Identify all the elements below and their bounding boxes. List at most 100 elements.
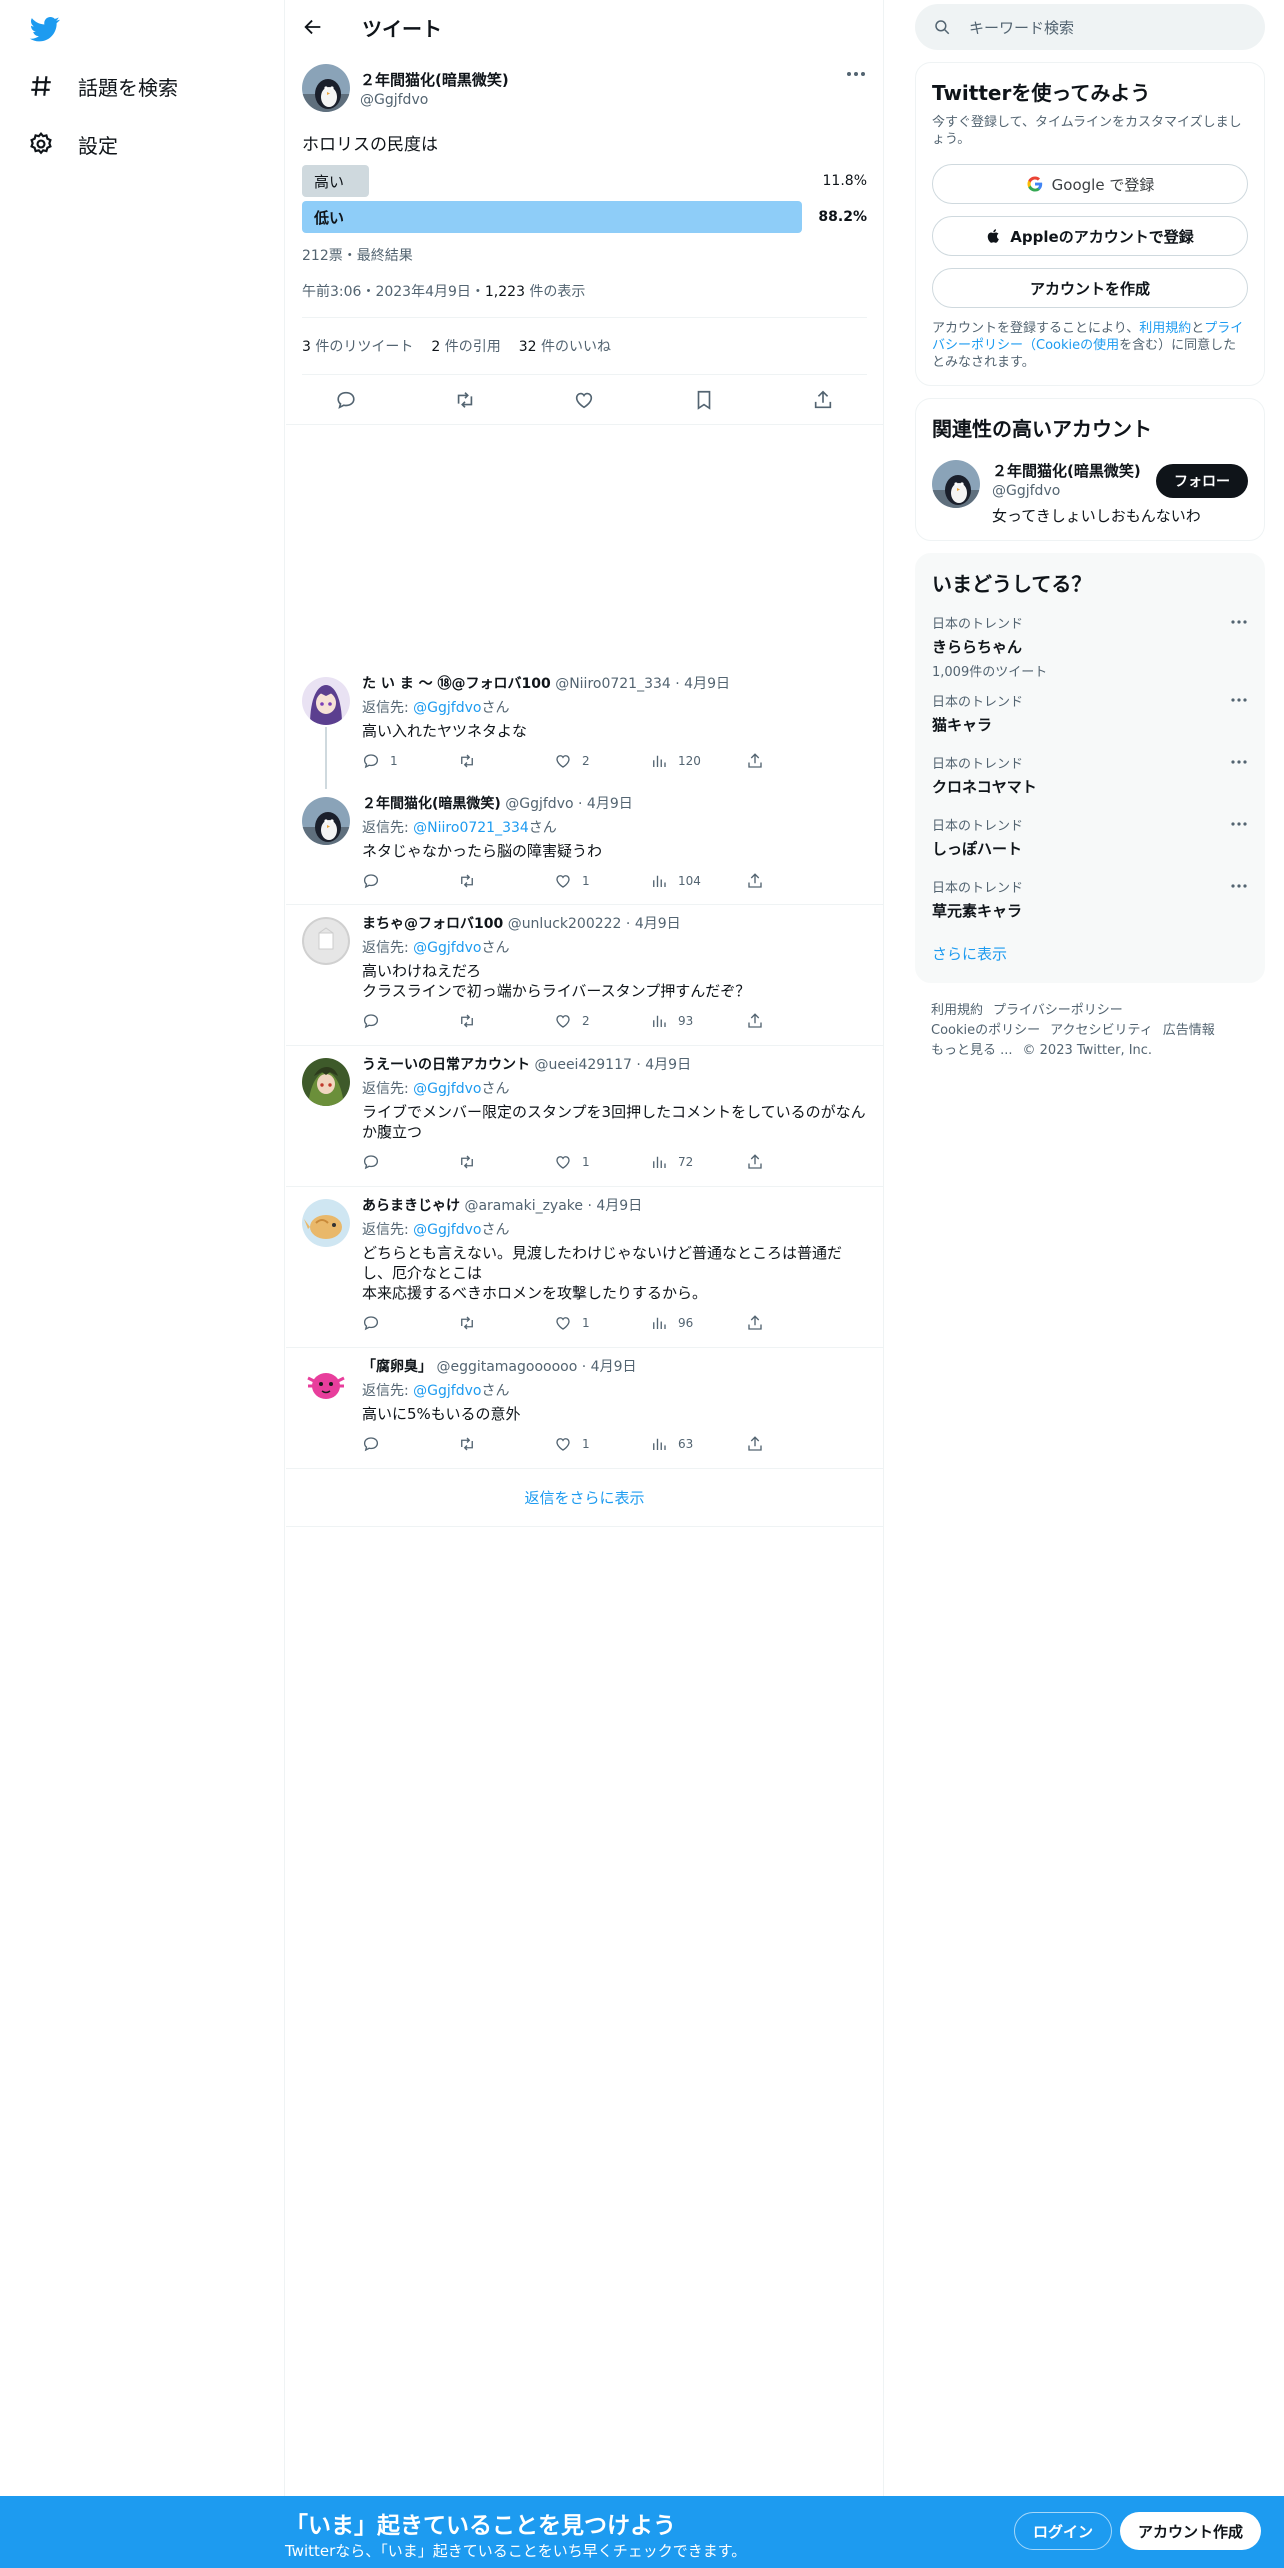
share-button[interactable] — [746, 1435, 842, 1453]
reply-date[interactable]: 4月9日 — [596, 1198, 642, 1214]
list-item[interactable]: うえーいの日常アカウント @ueei429117 · 4月9日 返信先: @Gg… — [286, 1046, 883, 1187]
apple-signup-button[interactable]: Appleのアカウントで登録 — [932, 216, 1248, 256]
reply-button[interactable]: 1 — [362, 752, 458, 770]
retweet-stat[interactable]: 3 件のリツイート — [302, 336, 413, 356]
reply-icon[interactable] — [335, 389, 357, 411]
list-item[interactable]: た い ま ～ ⑱@フォロバ100 @Niiro0721_334 · 4月9日 … — [286, 665, 883, 789]
trend-item[interactable]: 日本のトレンド しっぽハート — [932, 815, 1248, 861]
login-button[interactable]: ログイン — [1014, 2512, 1113, 2550]
bookmark-icon[interactable] — [693, 389, 715, 411]
sidebar-item-settings[interactable]: 設定 — [28, 124, 118, 164]
reply-to-handle[interactable]: @Ggjfdvo — [413, 1222, 481, 1238]
list-item[interactable]: 「腐卵臭」 @eggitamagoooooo · 4月9日 返信先: @Ggjf… — [286, 1348, 883, 1469]
more-options-icon[interactable] — [1230, 883, 1248, 889]
quote-stat[interactable]: 2 件の引用 — [431, 336, 500, 356]
signup-button[interactable]: アカウント作成 — [1120, 2512, 1262, 2550]
like-icon[interactable] — [573, 389, 595, 411]
trend-item[interactable]: 日本のトレンド 猫キャラ — [932, 691, 1248, 737]
reply-to-handle[interactable]: @Ggjfdvo — [413, 700, 481, 716]
reply-author-handle[interactable]: @ueei429117 — [534, 1057, 631, 1073]
twitter-logo-icon[interactable] — [28, 14, 62, 44]
list-item[interactable]: あらまきじゃけ @aramaki_zyake · 4月9日 返信先: @Ggjf… — [286, 1187, 883, 1348]
like-stat[interactable]: 32 件のいいね — [519, 336, 611, 356]
more-options-icon[interactable] — [1230, 697, 1248, 703]
trend-item[interactable]: 日本のトレンド クロネコヤマト — [932, 753, 1248, 799]
share-button[interactable] — [746, 1314, 842, 1332]
trend-item[interactable]: 日本のトレンド 草元素キャラ — [932, 877, 1248, 923]
like-button[interactable]: 1 — [554, 872, 650, 890]
reply-to-handle[interactable]: @Ggjfdvo — [413, 1383, 481, 1399]
create-account-button[interactable]: アカウントを作成 — [932, 268, 1248, 308]
reply-to-handle[interactable]: @Ggjfdvo — [413, 940, 481, 956]
reply-date[interactable]: 4月9日 — [645, 1057, 691, 1073]
views-button[interactable]: 93 — [650, 1012, 746, 1030]
retweet-button[interactable] — [458, 1012, 554, 1030]
search-input[interactable]: キーワード検索 — [915, 4, 1265, 50]
reply-to-handle[interactable]: @Niiro0721_334 — [413, 820, 529, 836]
reply-author-handle[interactable]: @eggitamagoooooo — [436, 1359, 577, 1375]
reply-author-name[interactable]: うえーいの日常アカウント — [362, 1057, 530, 1073]
reply-button[interactable] — [362, 1435, 458, 1453]
reply-button[interactable] — [362, 1314, 458, 1332]
footer-terms-link[interactable]: 利用規約 — [931, 1003, 983, 1018]
views-button[interactable]: 120 — [650, 752, 746, 770]
avatar[interactable] — [302, 677, 350, 725]
like-button[interactable]: 1 — [554, 1314, 650, 1332]
reply-author-name[interactable]: まちゃ@フォロバ100 — [362, 916, 503, 932]
trend-item[interactable]: 日本のトレンド きららちゃん 1,009件のツイート — [932, 613, 1248, 680]
back-arrow-icon[interactable] — [302, 16, 324, 38]
reply-author-name[interactable]: あらまきじゃけ — [362, 1198, 460, 1214]
reply-to-handle[interactable]: @Ggjfdvo — [413, 1081, 481, 1097]
reply-button[interactable] — [362, 1012, 458, 1030]
retweet-icon[interactable] — [454, 389, 476, 411]
like-button[interactable]: 1 — [554, 1435, 650, 1453]
footer-cookie-link[interactable]: Cookieのポリシー — [931, 1023, 1040, 1038]
reply-author-name[interactable]: ２年間猫化(暗黒微笑) — [362, 796, 501, 812]
follow-button[interactable]: フォロー — [1156, 464, 1248, 498]
reply-author-handle[interactable]: @Niiro0721_334 — [555, 676, 671, 692]
share-icon[interactable] — [812, 389, 834, 411]
avatar[interactable] — [302, 917, 350, 965]
trends-show-more-link[interactable]: さらに表示 — [932, 943, 1248, 964]
author-name[interactable]: ２年間猫化(暗黒微笑) — [360, 69, 509, 90]
retweet-button[interactable] — [458, 1435, 554, 1453]
like-button[interactable]: 2 — [554, 752, 650, 770]
like-button[interactable]: 2 — [554, 1012, 650, 1030]
more-options-icon[interactable] — [1230, 759, 1248, 765]
footer-ads-link[interactable]: 広告情報 — [1163, 1023, 1215, 1038]
footer-more-link[interactable]: もっと見る ... — [931, 1043, 1013, 1058]
reply-date[interactable]: 4月9日 — [684, 676, 730, 692]
more-options-icon[interactable] — [1230, 619, 1248, 625]
share-button[interactable] — [746, 872, 842, 890]
retweet-button[interactable] — [458, 1314, 554, 1332]
google-signup-button[interactable]: Google で登録 — [932, 164, 1248, 204]
author-handle[interactable]: @Ggjfdvo — [360, 92, 509, 108]
related-account[interactable]: ２年間猫化(暗黒微笑) @Ggjfdvo 女ってきしょいしおもんないわ フォロー — [932, 460, 1248, 526]
share-button[interactable] — [746, 1012, 842, 1030]
reply-author-handle[interactable]: @unluck200222 — [508, 916, 622, 932]
views-button[interactable]: 63 — [650, 1435, 746, 1453]
avatar[interactable] — [932, 460, 980, 508]
share-button[interactable] — [746, 752, 842, 770]
sidebar-item-explore[interactable]: 話題を検索 — [28, 66, 178, 106]
more-options-icon[interactable] — [1230, 821, 1248, 827]
like-button[interactable]: 1 — [554, 1153, 650, 1171]
reply-author-name[interactable]: た い ま ～ ⑱@フォロバ100 — [362, 676, 551, 692]
retweet-button[interactable] — [458, 872, 554, 890]
views-button[interactable]: 104 — [650, 872, 746, 890]
reply-author-handle[interactable]: @aramaki_zyake — [464, 1198, 583, 1214]
reply-author-name[interactable]: 「腐卵臭」 — [362, 1359, 432, 1375]
list-item[interactable]: まちゃ@フォロバ100 @unluck200222 · 4月9日 返信先: @G… — [286, 905, 883, 1046]
views-button[interactable]: 96 — [650, 1314, 746, 1332]
avatar[interactable] — [302, 1058, 350, 1106]
reply-author-handle[interactable]: @Ggjfdvo — [505, 796, 573, 812]
share-button[interactable] — [746, 1153, 842, 1171]
avatar[interactable] — [302, 64, 350, 112]
retweet-button[interactable] — [458, 1153, 554, 1171]
avatar[interactable] — [302, 1360, 350, 1408]
reply-date[interactable]: 4月9日 — [635, 916, 681, 932]
reply-date[interactable]: 4月9日 — [591, 1359, 637, 1375]
more-options-icon[interactable] — [845, 70, 867, 78]
views-button[interactable]: 72 — [650, 1153, 746, 1171]
show-more-replies-link[interactable]: 返信をさらに表示 — [286, 1469, 883, 1527]
